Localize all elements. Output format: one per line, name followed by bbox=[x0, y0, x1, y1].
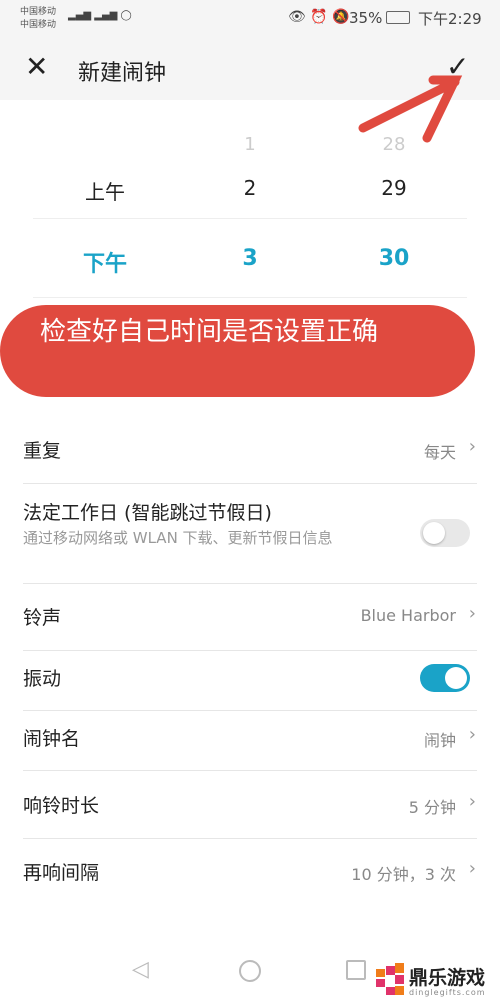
carrier-2: 中国移动 bbox=[20, 20, 57, 30]
vibrate-toggle[interactable] bbox=[420, 664, 470, 692]
workday-label: 法定工作日 (智能跳过节假日) bbox=[23, 502, 272, 524]
red-arrow-annotation bbox=[358, 75, 463, 143]
hour-item[interactable]: 1 bbox=[190, 134, 310, 155]
duration-label: 响铃时长 bbox=[23, 795, 100, 817]
repeat-value: 每天 bbox=[423, 443, 456, 462]
back-icon[interactable]: ◁ bbox=[132, 957, 149, 982]
divider bbox=[23, 650, 477, 651]
hour-item[interactable]: 2 bbox=[190, 176, 310, 200]
period-pm[interactable]: 下午 bbox=[45, 246, 165, 278]
divider bbox=[33, 297, 467, 298]
watermark-brand: 鼎乐游戏 bbox=[409, 967, 486, 989]
clock: 下午2:29 bbox=[418, 10, 482, 28]
battery-icon bbox=[386, 11, 410, 24]
chevron-right-icon: › bbox=[468, 791, 476, 812]
minute-item[interactable]: 29 bbox=[334, 176, 454, 200]
watermark: 鼎乐游戏 dinglegifts.com bbox=[376, 963, 500, 1000]
divider bbox=[23, 583, 477, 584]
annotation-bubble: 检查好自己时间是否设置正确 bbox=[0, 305, 475, 397]
snooze-label: 再响间隔 bbox=[23, 862, 100, 884]
divider bbox=[23, 483, 477, 484]
home-icon[interactable] bbox=[239, 960, 261, 982]
hour-selected[interactable]: 3 bbox=[190, 246, 310, 271]
name-label: 闹钟名 bbox=[23, 728, 81, 750]
ringtone-label: 铃声 bbox=[23, 607, 62, 629]
chevron-right-icon: › bbox=[468, 436, 476, 457]
status-bar: 中国移动 中国移动 ▂▄▆ ▂▄▆ ◯ 👁 ⏰ 🔕 35% 下午2:29 bbox=[0, 0, 500, 40]
minute-selected[interactable]: 30 bbox=[334, 246, 454, 271]
divider bbox=[23, 770, 477, 771]
duration-value: 5 分钟 bbox=[408, 798, 456, 817]
workday-toggle[interactable] bbox=[420, 519, 470, 547]
vibrate-label: 振动 bbox=[23, 668, 62, 690]
divider bbox=[33, 218, 467, 219]
watermark-url: dinglegifts.com bbox=[409, 988, 486, 997]
chevron-right-icon: › bbox=[468, 724, 476, 745]
chevron-right-icon: › bbox=[468, 603, 476, 624]
workday-desc: 通过移动网络或 WLAN 下载、更新节假日信息 bbox=[23, 529, 333, 547]
carrier-1: 中国移动 bbox=[20, 7, 57, 17]
watermark-logo bbox=[376, 963, 404, 995]
recents-icon[interactable] bbox=[346, 960, 366, 980]
divider bbox=[23, 838, 477, 839]
battery-percent: 35% bbox=[349, 9, 383, 27]
page-title: 新建闹钟 bbox=[78, 61, 167, 86]
signal-icon: ▂▄▆ ▂▄▆ ◯ bbox=[68, 10, 132, 21]
name-value: 闹钟 bbox=[423, 731, 456, 750]
chevron-right-icon: › bbox=[468, 858, 476, 879]
close-icon[interactable]: ✕ bbox=[25, 50, 48, 83]
eye-alarm-mute-icons: 👁 ⏰ 🔕 bbox=[288, 9, 350, 25]
ringtone-value: Blue Harbor bbox=[360, 606, 456, 625]
divider bbox=[23, 710, 477, 711]
snooze-value: 10 分钟，3 次 bbox=[351, 865, 456, 884]
period-am[interactable]: 上午 bbox=[45, 176, 165, 205]
repeat-label: 重复 bbox=[23, 440, 62, 462]
